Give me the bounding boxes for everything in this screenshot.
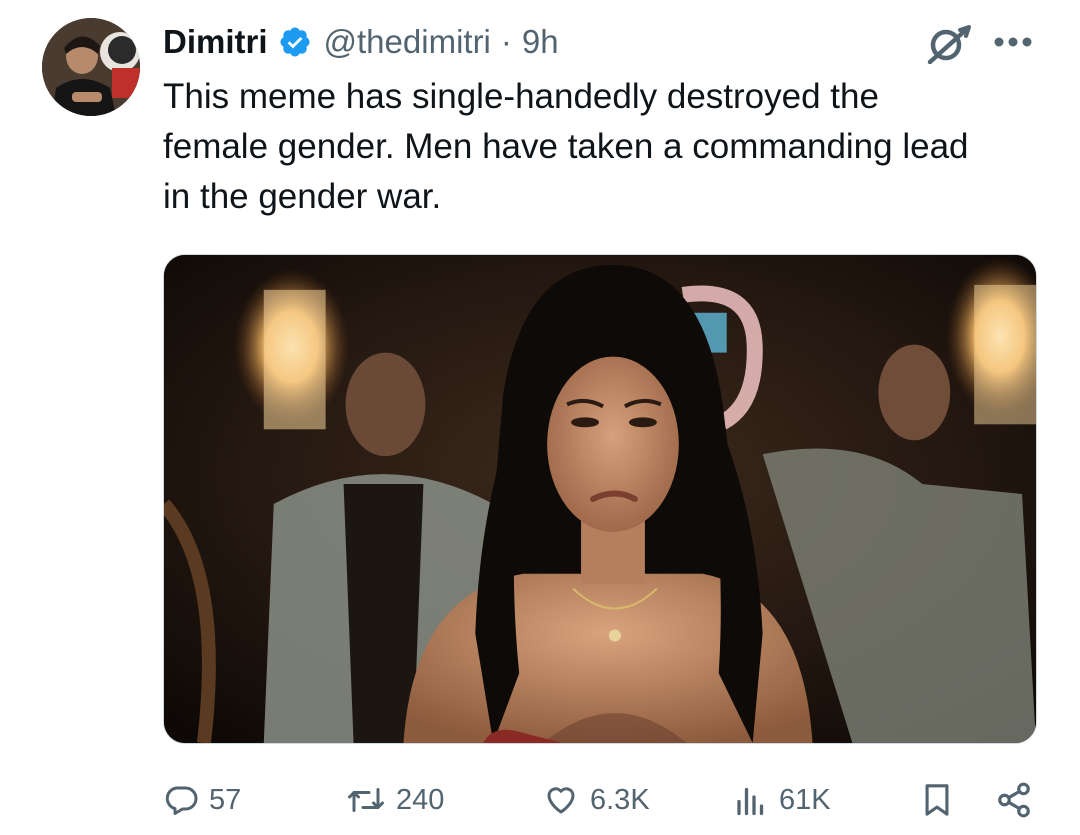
tweet: Dimitri @thedimitri · 9h This meme has s… <box>0 0 1080 835</box>
like-count: 6.3K <box>590 783 650 816</box>
share-icon <box>998 782 1030 818</box>
handle[interactable]: @thedimitri <box>324 23 491 61</box>
verified-badge-icon <box>278 25 312 59</box>
timestamp[interactable]: 9h <box>522 23 559 61</box>
bookmark-button[interactable] <box>920 775 954 825</box>
views-count: 61K <box>779 783 831 816</box>
action-bar: 57 240 6.3K 61K <box>0 775 1080 825</box>
tweet-header: Dimitri @thedimitri · 9h <box>163 20 559 64</box>
tweet-text-line: This meme has single-handedly destroyed … <box>163 77 879 116</box>
more-icon[interactable] <box>993 36 1033 48</box>
like-button[interactable]: 6.3K <box>542 775 650 825</box>
separator-dot: · <box>500 23 512 60</box>
grok-icon[interactable] <box>924 24 972 64</box>
reply-icon <box>165 786 198 815</box>
tweet-text-line: female gender. Men have taken a commandi… <box>163 127 969 166</box>
retweet-button[interactable]: 240 <box>346 775 444 825</box>
tweet-text: This meme has single-handedly destroyed … <box>163 72 1043 222</box>
reply-button[interactable]: 57 <box>163 775 241 825</box>
views-icon <box>737 787 764 816</box>
bookmark-icon <box>925 784 949 816</box>
avatar-image <box>42 18 140 116</box>
display-name[interactable]: Dimitri <box>163 23 268 61</box>
retweet-count: 240 <box>396 783 445 816</box>
retweet-icon <box>348 788 384 812</box>
avatar[interactable] <box>42 18 140 116</box>
reply-count: 57 <box>209 783 242 816</box>
views-button[interactable]: 61K <box>733 775 831 825</box>
tweet-text-line: in the gender war. <box>163 177 442 216</box>
share-button[interactable] <box>995 775 1033 825</box>
tweet-media-image[interactable] <box>163 254 1037 744</box>
heart-icon <box>547 787 575 814</box>
